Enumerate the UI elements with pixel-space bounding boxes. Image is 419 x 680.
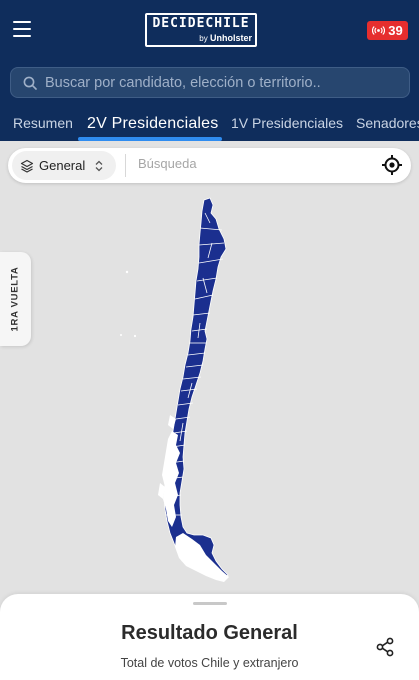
results-bottom-sheet: Resultado General Total de votos Chile y… [0,594,419,680]
sort-icon [95,160,103,171]
view-filter-dropdown[interactable]: General [12,151,116,180]
logo-brand: Unholster [209,33,252,43]
tab-senadores[interactable]: Senadores [356,110,419,141]
tab-resumen[interactable]: Resumen [13,110,73,141]
live-results-badge[interactable]: 39 [367,21,408,40]
results-title: Resultado General [121,622,298,644]
active-tab-indicator [78,137,222,141]
chile-results-map[interactable] [0,183,419,594]
app-header: DECIDECHILE by Unholster 39 Resumen 2V P… [0,0,419,141]
locate-icon[interactable] [381,154,403,176]
round-label: 1RA VUELTA [9,266,21,332]
logo-by: by [199,34,208,43]
search-input[interactable] [45,74,395,91]
logo-byline: by Unholster [199,33,252,44]
live-count: 39 [388,23,403,38]
islands [120,270,137,338]
tab-1v-presidenciales[interactable]: 1V Presidenciales [231,110,343,141]
menu-icon[interactable] [13,21,33,39]
map-toolbar: General [8,148,411,183]
map-search-input[interactable] [138,156,358,171]
sheet-drag-handle[interactable] [193,602,227,605]
layers-icon [20,159,34,173]
logo-text: DECIDECHILE [152,16,250,31]
app-logo[interactable]: DECIDECHILE by Unholster [145,13,257,47]
southern-archipelago [158,415,229,582]
results-subtitle: Total de votos Chile y extranjero [120,656,299,670]
search-icon [23,76,37,90]
share-icon[interactable] [375,637,395,657]
filter-label: General [39,158,86,173]
broadcast-icon [372,26,386,35]
toolbar-divider [125,154,126,177]
global-search[interactable] [10,67,410,98]
round-selector-tab[interactable]: 1RA VUELTA [0,252,31,346]
